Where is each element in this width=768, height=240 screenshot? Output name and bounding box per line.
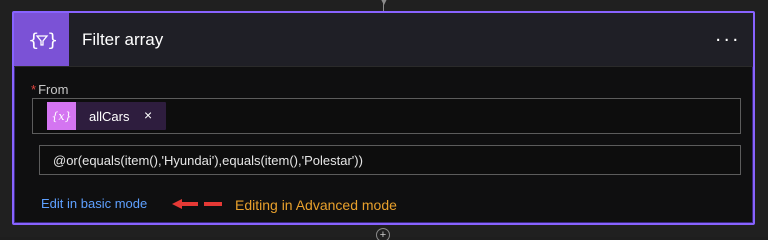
edit-in-basic-mode-link[interactable]: Edit in basic mode <box>41 196 147 211</box>
connector-arrow-icon: ▼ <box>378 0 390 8</box>
more-options-menu[interactable]: ... <box>715 25 741 45</box>
variable-icon: {x} <box>47 102 76 130</box>
dynamic-content-token[interactable]: {x} allCars × <box>47 102 166 130</box>
svg-text:}: } <box>47 30 56 51</box>
action-title: Filter array <box>82 30 164 49</box>
from-input[interactable]: {x} allCars × <box>32 98 741 134</box>
token-label: allCars <box>89 109 130 124</box>
annotation-arrow-icon <box>172 199 222 209</box>
flow-canvas: ▼ { } Filter array ... *From {x} allCars… <box>0 0 768 240</box>
condition-expression-input[interactable]: @or(equals(item(),'Hyundai'),equals(item… <box>39 145 741 175</box>
required-marker: * <box>31 82 37 97</box>
from-label: * From <box>31 82 68 97</box>
svg-text:{: { <box>28 30 39 51</box>
annotation-text: Editing in Advanced mode <box>235 197 397 213</box>
add-step-icon[interactable]: + <box>376 228 390 240</box>
filter-array-icon: { } <box>14 13 69 66</box>
action-header[interactable]: { } Filter array ... <box>14 13 753 67</box>
filter-array-action-card: { } Filter array ... *From {x} allCars ×… <box>12 11 755 225</box>
close-icon[interactable]: × <box>144 107 152 123</box>
expression-text: @or(equals(item(),'Hyundai'),equals(item… <box>53 153 363 168</box>
from-label-text: From <box>38 82 69 97</box>
